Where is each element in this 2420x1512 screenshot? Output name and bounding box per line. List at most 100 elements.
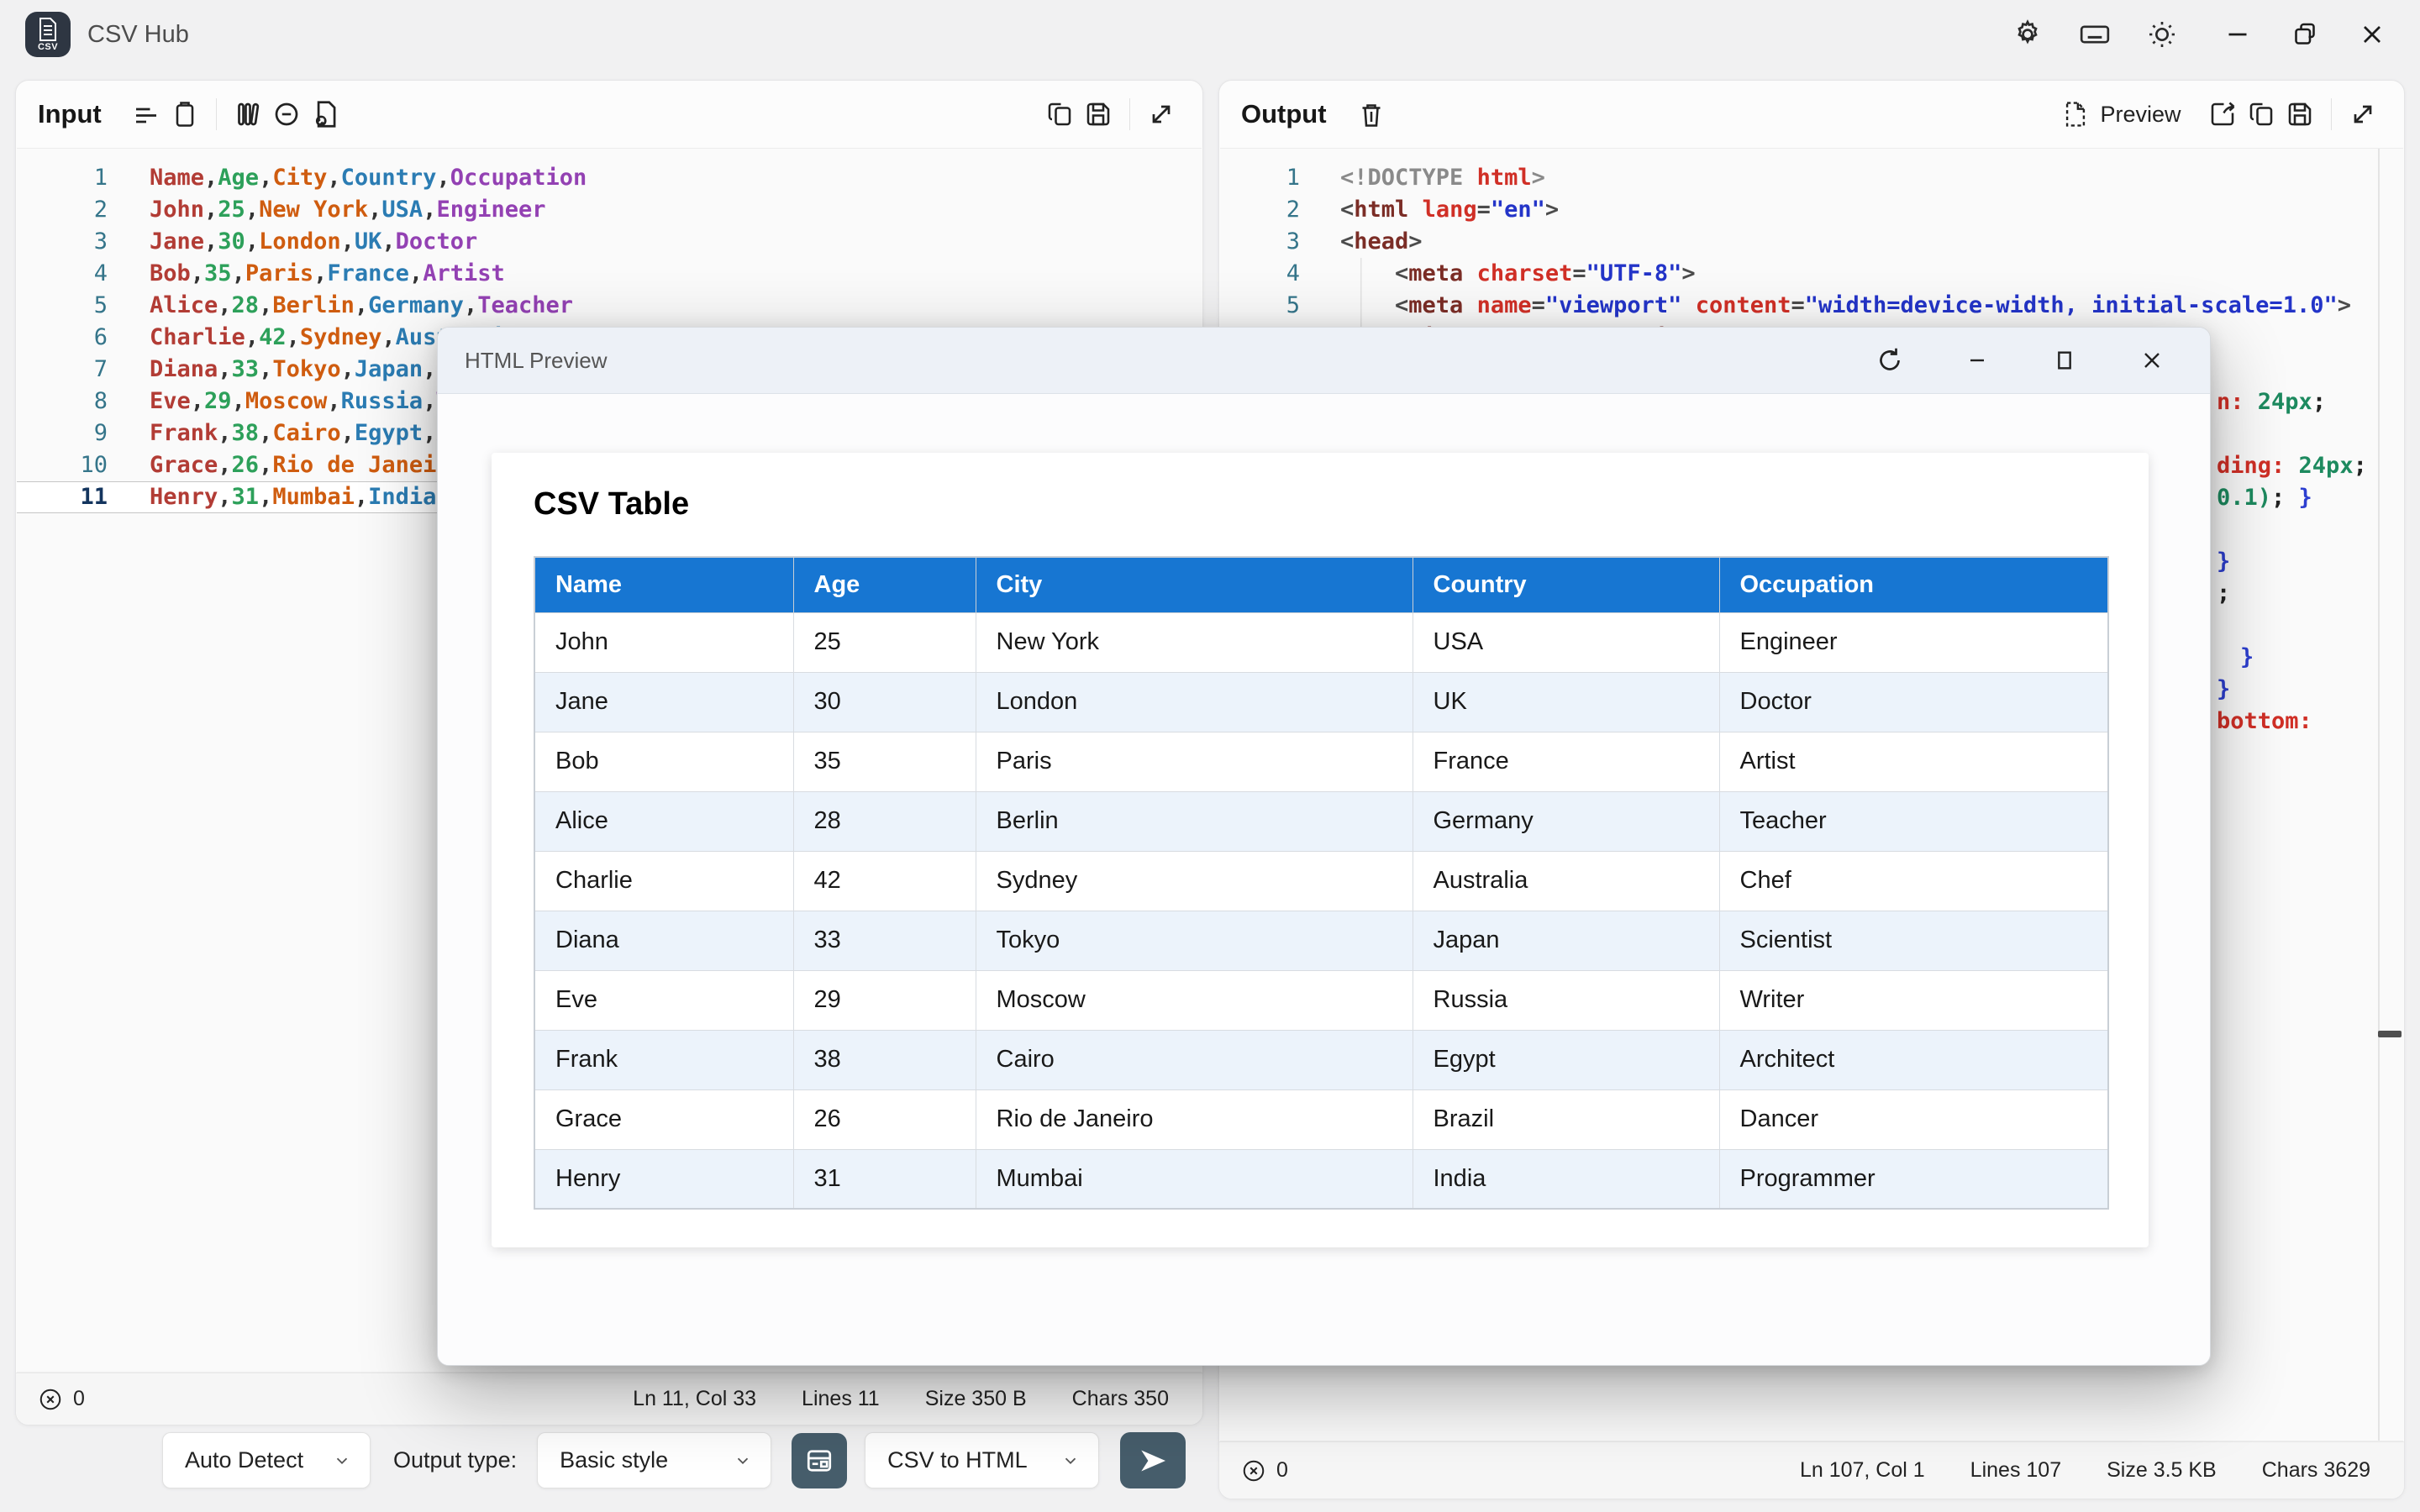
preview-table-cell: Russia	[1413, 970, 1719, 1030]
chevron-down-icon	[1061, 1452, 1080, 1470]
app-title: CSV Hub	[87, 21, 189, 49]
preview-button[interactable]: Preview	[2061, 100, 2181, 129]
output-error-value: 0	[1276, 1458, 1288, 1483]
csv-line-5[interactable]: 5Alice,28,Berlin,Germany,Teacher	[17, 290, 1202, 322]
preview-close-button[interactable]	[2133, 341, 2171, 380]
code-line-3[interactable]: 3<head>	[1220, 226, 2403, 258]
form-options-button[interactable]	[792, 1433, 847, 1488]
expand-icon	[1146, 99, 1176, 129]
csv-line-3[interactable]: 3Jane,30,London,UK,Doctor	[17, 226, 1202, 258]
csv-line-2[interactable]: 2John,25,New York,USA,Engineer	[17, 194, 1202, 226]
output-scrollbar-track[interactable]	[2378, 149, 2380, 1441]
preview-window-titlebar[interactable]: HTML Preview	[438, 328, 2210, 394]
conversion-select[interactable]: CSV to HTML	[865, 1432, 1099, 1488]
format-select[interactable]: Auto Detect	[162, 1432, 371, 1488]
format-text-button[interactable]	[127, 95, 166, 134]
theme-toggle-button[interactable]	[2143, 15, 2181, 54]
output-scrollbar-marker[interactable]	[2378, 1031, 2402, 1037]
preview-table-row: Diana33TokyoJapanScientist	[534, 911, 2108, 970]
preview-content-card: CSV Table NameAgeCityCountryOccupation J…	[492, 453, 2149, 1247]
share-button[interactable]	[2203, 95, 2242, 134]
preview-table-cell: UK	[1413, 672, 1719, 732]
output-statusbar: 0 Ln 107, Col 1 Lines 107 Size 3.5 KB Ch…	[1219, 1441, 2404, 1499]
output-char-count: Chars 3629	[2262, 1458, 2370, 1483]
input-line-count: Lines 11	[802, 1387, 880, 1411]
input-panel-header: Input	[16, 81, 1202, 148]
columns-button[interactable]	[229, 95, 267, 134]
clear-output-button[interactable]	[1352, 95, 1391, 134]
csv-line-4[interactable]: 4Bob,35,Paris,France,Artist	[17, 258, 1202, 290]
preview-table-cell: Jane	[534, 672, 793, 732]
preview-table-cell: Alice	[534, 791, 793, 851]
window-minimize-button[interactable]	[2218, 15, 2257, 54]
preview-table-row: Henry31MumbaiIndiaProgrammer	[534, 1149, 2108, 1209]
preview-table-col-country: Country	[1413, 557, 1719, 612]
code-fragment: bottom:	[2217, 706, 2312, 738]
preview-table-cell: USA	[1413, 612, 1719, 672]
preview-table: NameAgeCityCountryOccupation John25New Y…	[534, 556, 2109, 1210]
preview-table-cell: France	[1413, 732, 1719, 791]
link-button[interactable]	[267, 95, 306, 134]
input-copy-button[interactable]	[1040, 95, 1079, 134]
conversion-select-value: CSV to HTML	[887, 1447, 1028, 1473]
keyboard-icon	[2078, 18, 2112, 51]
output-panel-title: Output	[1241, 99, 1327, 129]
send-icon	[1136, 1444, 1170, 1478]
preview-table-cell: Charlie	[534, 851, 793, 911]
file-import-button[interactable]	[306, 95, 345, 134]
preview-table-row: Jane30LondonUKDoctor	[534, 672, 2108, 732]
expand-icon	[2348, 99, 2378, 129]
chevron-down-icon	[734, 1452, 752, 1470]
code-line-4[interactable]: 4<meta charset="UTF-8">	[1220, 258, 2403, 290]
keyboard-button[interactable]	[2075, 15, 2114, 54]
input-save-button[interactable]	[1079, 95, 1118, 134]
code-line-5[interactable]: 5<meta name="viewport" content="width=de…	[1220, 290, 2403, 322]
settings-button[interactable]	[2008, 15, 2047, 54]
output-expand-button[interactable]	[2344, 95, 2382, 134]
preview-refresh-button[interactable]	[1870, 341, 1909, 380]
style-select[interactable]: Basic style	[537, 1432, 771, 1488]
columns-icon	[233, 99, 263, 129]
window-close-button[interactable]	[2353, 15, 2391, 54]
code-line-1[interactable]: 1<!DOCTYPE html>	[1220, 162, 2403, 194]
error-circle-icon	[1241, 1458, 1266, 1483]
convert-button[interactable]	[1120, 1432, 1186, 1488]
minimize-icon	[2223, 19, 2253, 50]
preview-table-cell: 33	[793, 911, 976, 970]
code-fragment: }	[2217, 674, 2230, 706]
preview-table-cell: 31	[793, 1149, 976, 1209]
preview-maximize-button[interactable]	[2045, 341, 2084, 380]
paste-button[interactable]	[166, 95, 204, 134]
html-preview-window[interactable]: HTML Preview CSV Table	[437, 327, 2211, 1366]
output-save-button[interactable]	[2281, 95, 2319, 134]
preview-table-cell: 26	[793, 1089, 976, 1149]
divider	[2331, 98, 2333, 130]
preview-table-cell: Henry	[534, 1149, 793, 1209]
preview-table-cell: Mumbai	[976, 1149, 1413, 1209]
preview-table-cell: Egypt	[1413, 1030, 1719, 1089]
preview-table-cell: Bob	[534, 732, 793, 791]
bottom-toolbar: Auto Detect Output type: Basic style CSV…	[162, 1432, 1186, 1488]
window-restore-button[interactable]	[2286, 15, 2324, 54]
input-statusbar: 0 Ln 11, Col 33 Lines 11 Size 350 B Char…	[16, 1373, 1202, 1425]
output-copy-button[interactable]	[2242, 95, 2281, 134]
preview-minimize-button[interactable]	[1958, 341, 1996, 380]
refresh-icon	[1875, 345, 1905, 375]
output-cursor-position: Ln 107, Col 1	[1800, 1458, 1925, 1483]
code-fragment: ding: 24px;	[2217, 450, 2367, 482]
preview-table-cell: 35	[793, 732, 976, 791]
input-expand-button[interactable]	[1142, 95, 1181, 134]
preview-table-header-row: NameAgeCityCountryOccupation	[534, 557, 2108, 612]
preview-table-row: Bob35ParisFranceArtist	[534, 732, 2108, 791]
preview-table-cell: Tokyo	[976, 911, 1413, 970]
csv-line-1[interactable]: 1Name,Age,City,Country,Occupation	[17, 162, 1202, 194]
titlebar: CSV CSV Hub	[0, 0, 2420, 69]
maximize-icon	[2051, 347, 2078, 374]
preview-table-cell: Doctor	[1719, 672, 2108, 732]
code-line-2[interactable]: 2<html lang="en">	[1220, 194, 2403, 226]
preview-table-cell: Eve	[534, 970, 793, 1030]
code-fragment: ;	[2217, 578, 2230, 610]
preview-table-col-city: City	[976, 557, 1413, 612]
preview-table-cell: Brazil	[1413, 1089, 1719, 1149]
chevron-down-icon	[333, 1452, 351, 1470]
